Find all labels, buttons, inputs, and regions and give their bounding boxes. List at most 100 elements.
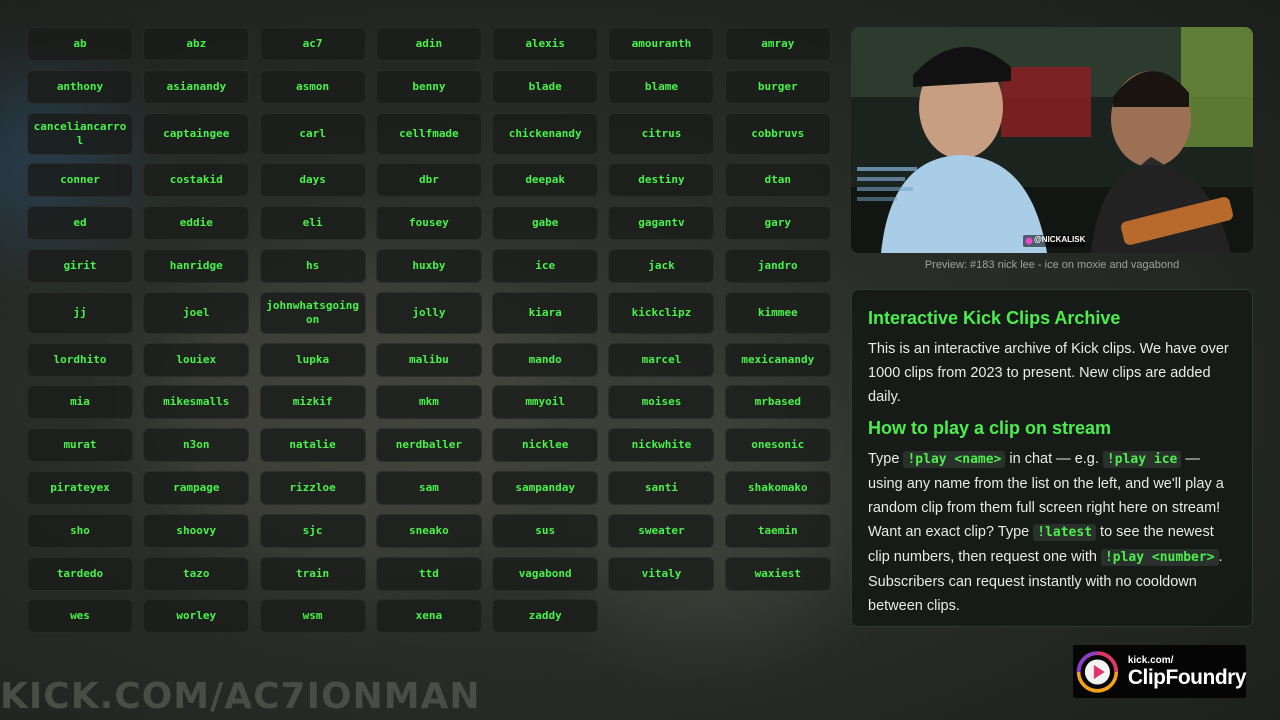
clip-name-button[interactable]: burger: [724, 69, 831, 104]
clip-name-button[interactable]: fousey: [375, 206, 482, 241]
clip-name-button[interactable]: malibu: [375, 342, 482, 377]
clip-name-button[interactable]: kickclipz: [608, 291, 715, 334]
clip-name-button[interactable]: mmyoil: [492, 385, 599, 420]
clip-name-button[interactable]: rizzloe: [259, 470, 366, 505]
clip-name-button[interactable]: citrus: [608, 112, 715, 155]
clip-name-button[interactable]: zaddy: [492, 599, 599, 634]
clip-name-button[interactable]: santi: [608, 470, 715, 505]
clip-name-button[interactable]: sjc: [259, 513, 366, 548]
clip-name-button[interactable]: johnwhatsgoingon: [259, 291, 366, 334]
clip-name-button[interactable]: jandro: [724, 248, 831, 283]
clip-name-button[interactable]: lupka: [259, 342, 366, 377]
clip-name-button[interactable]: sampanday: [492, 470, 599, 505]
clip-name-button[interactable]: conner: [27, 163, 133, 198]
clip-name-button[interactable]: asianandy: [143, 69, 250, 104]
clip-name-button[interactable]: eli: [259, 206, 366, 241]
clip-name-button[interactable]: shakomako: [724, 470, 831, 505]
clip-name-button[interactable]: kimmee: [724, 291, 831, 334]
clip-name-button[interactable]: days: [259, 163, 366, 198]
clip-name-button[interactable]: destiny: [608, 163, 715, 198]
clip-name-button[interactable]: n3on: [143, 428, 250, 463]
clip-name-button[interactable]: natalie: [259, 428, 366, 463]
clip-name-button[interactable]: mikesmalls: [143, 385, 250, 420]
command-play-number: !play <number>: [1100, 549, 1219, 566]
clip-name-button[interactable]: jj: [27, 291, 133, 334]
clip-name-button[interactable]: chickenandy: [492, 112, 599, 155]
clip-name-button[interactable]: nicklee: [492, 428, 599, 463]
clip-name-button[interactable]: tazo: [143, 556, 250, 591]
clip-name-button[interactable]: vitaly: [608, 556, 715, 591]
clip-name-button[interactable]: pirateyex: [27, 470, 133, 505]
clip-name-button[interactable]: captaingee: [143, 112, 250, 155]
clip-name-button[interactable]: canceliancarrol: [27, 112, 133, 155]
clip-name-button[interactable]: blade: [492, 69, 599, 104]
clip-name-button[interactable]: huxby: [375, 248, 482, 283]
clip-name-button[interactable]: cellfmade: [375, 112, 482, 155]
clip-name-button[interactable]: shoovy: [143, 513, 250, 548]
clip-name-button[interactable]: mexicanandy: [724, 342, 831, 377]
clip-name-button[interactable]: kiara: [492, 291, 599, 334]
clip-name-button[interactable]: carl: [259, 112, 366, 155]
clip-preview-video[interactable]: @NICKALISK: [851, 27, 1253, 253]
clip-name-button[interactable]: train: [259, 556, 366, 591]
clip-name-button[interactable]: vagabond: [492, 556, 599, 591]
clip-name-button[interactable]: gabe: [492, 206, 599, 241]
clip-name-button[interactable]: girit: [27, 248, 133, 283]
clip-name-button[interactable]: amray: [724, 27, 831, 61]
clip-name-button[interactable]: gary: [724, 206, 831, 241]
clip-name-button[interactable]: mia: [27, 385, 133, 420]
clip-name-button[interactable]: joel: [143, 291, 250, 334]
clip-name-button[interactable]: amouranth: [608, 27, 715, 61]
clip-name-button[interactable]: mando: [492, 342, 599, 377]
clip-name-button[interactable]: wes: [27, 599, 133, 634]
clip-name-button[interactable]: jolly: [375, 291, 482, 334]
clip-name-button[interactable]: tardedo: [27, 556, 133, 591]
clip-name-button[interactable]: taemin: [724, 513, 831, 548]
clip-name-button[interactable]: ed: [27, 206, 133, 241]
clip-name-button[interactable]: adin: [375, 27, 482, 61]
clip-name-button[interactable]: alexis: [492, 27, 599, 61]
clip-name-button[interactable]: dbr: [375, 163, 482, 198]
clip-name-button[interactable]: sus: [492, 513, 599, 548]
clip-name-button[interactable]: rampage: [143, 470, 250, 505]
clip-name-button[interactable]: xena: [375, 599, 482, 634]
clip-name-button[interactable]: eddie: [143, 206, 250, 241]
clip-name-button[interactable]: marcel: [608, 342, 715, 377]
clip-name-button[interactable]: sneako: [375, 513, 482, 548]
clip-name-button[interactable]: mrbased: [724, 385, 831, 420]
clip-name-button[interactable]: nerdballer: [375, 428, 482, 463]
clip-name-button[interactable]: ac7: [259, 27, 366, 61]
clip-name-button[interactable]: deepak: [492, 163, 599, 198]
clip-name-button[interactable]: ice: [492, 248, 599, 283]
clip-name-button[interactable]: hanridge: [143, 248, 250, 283]
clip-name-button[interactable]: jack: [608, 248, 715, 283]
clip-name-button[interactable]: wsm: [259, 599, 366, 634]
clip-name-button[interactable]: ttd: [375, 556, 482, 591]
clip-name-button[interactable]: anthony: [27, 69, 133, 104]
clip-name-button[interactable]: hs: [259, 248, 366, 283]
clip-name-button[interactable]: gagantv: [608, 206, 715, 241]
clip-name-button[interactable]: onesonic: [724, 428, 831, 463]
clip-name-button[interactable]: worley: [143, 599, 250, 634]
clip-name-button[interactable]: waxiest: [724, 556, 831, 591]
logo-brand-text: ClipFoundry: [1127, 665, 1247, 689]
clip-name-button[interactable]: mizkif: [259, 385, 366, 420]
clip-name-button[interactable]: sweater: [608, 513, 715, 548]
logo-domain-text: kick.com/: [1127, 654, 1174, 666]
clip-name-button[interactable]: ab: [27, 27, 133, 61]
clip-name-button[interactable]: cobbruvs: [724, 112, 831, 155]
clip-name-button[interactable]: benny: [375, 69, 482, 104]
clip-name-button[interactable]: murat: [27, 428, 133, 463]
clip-name-button[interactable]: louiex: [143, 342, 250, 377]
clip-name-button[interactable]: nickwhite: [608, 428, 715, 463]
clip-name-button[interactable]: asmon: [259, 69, 366, 104]
clip-name-button[interactable]: mkm: [375, 385, 482, 420]
clip-name-button[interactable]: sho: [27, 513, 133, 548]
clip-name-button[interactable]: abz: [143, 27, 250, 61]
clip-name-button[interactable]: dtan: [724, 163, 831, 198]
clip-name-button[interactable]: lordhito: [27, 342, 133, 377]
clip-name-button[interactable]: blame: [608, 69, 715, 104]
clip-name-button[interactable]: costakid: [143, 163, 250, 198]
clip-name-button[interactable]: moises: [608, 385, 715, 420]
clip-name-button[interactable]: sam: [375, 470, 482, 505]
